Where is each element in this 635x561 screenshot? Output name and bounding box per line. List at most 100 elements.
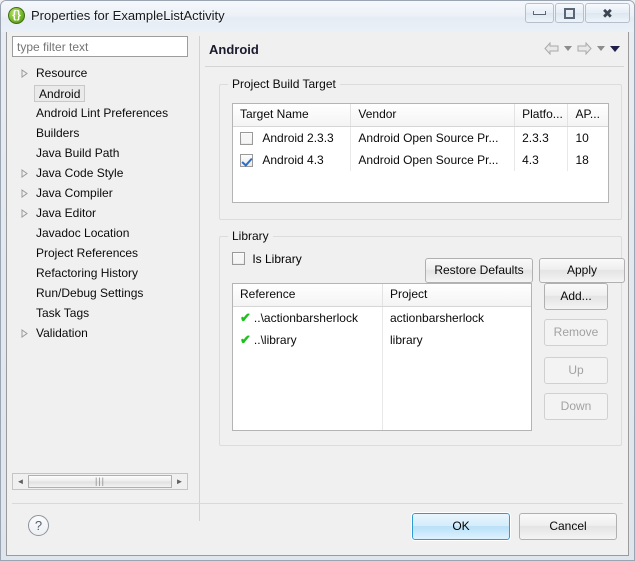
is-library-row[interactable]: Is Library [232, 251, 302, 266]
column-header-vendor[interactable]: Vendor [351, 104, 516, 126]
pane-header: Android [205, 36, 624, 67]
dialog-footer: ? OK Cancel [12, 503, 623, 551]
table-row[interactable]: Android 4.3 Android Open Source Pr... 4.… [233, 149, 608, 171]
column-header-target-name[interactable]: Target Name [233, 104, 352, 126]
sidebar-item-android[interactable]: Android [12, 83, 188, 103]
cell-reference: ..\library [253, 333, 297, 347]
maximize-button[interactable] [555, 3, 584, 23]
table-row[interactable]: Android 2.3.3 Android Open Source Pr... … [233, 127, 608, 149]
status-check-icon: ✔ [240, 332, 251, 347]
android-settings-pane: Android Project Build Target Target Name… [205, 36, 625, 549]
chevron-right-icon[interactable] [21, 329, 28, 338]
cell-api: 18 [575, 153, 589, 167]
build-target-table[interactable]: Target Name Vendor Platfo... AP... Andro… [232, 103, 609, 203]
sidebar-item-run-debug-settings[interactable]: Run/Debug Settings [12, 283, 188, 303]
column-header-platform[interactable]: Platfo... [515, 104, 569, 126]
table-header-row: Reference Project [233, 284, 531, 307]
scrollbar-thumb[interactable]: ||| [28, 475, 172, 488]
tree-horizontal-scrollbar[interactable]: ◄ ||| ► [12, 473, 188, 490]
cell-target-name: Android 2.3.3 [262, 131, 334, 145]
forward-arrow-icon[interactable] [577, 41, 592, 56]
sidebar-item-refactoring-history[interactable]: Refactoring History [12, 263, 188, 283]
sidebar-item-label: Android Lint Preferences [36, 106, 169, 120]
group-label: Project Build Target [228, 77, 340, 91]
row-checkbox[interactable] [240, 132, 253, 146]
sidebar-item-builders[interactable]: Builders [12, 123, 188, 143]
sidebar-item-java-compiler[interactable]: Java Compiler [12, 183, 188, 203]
page-title: Android [209, 42, 259, 57]
chevron-right-icon[interactable] [21, 169, 28, 178]
cell-platform: 4.3 [515, 149, 569, 171]
chevron-right-icon[interactable] [21, 209, 28, 218]
sidebar-item-label: Validation [36, 326, 88, 340]
sidebar-item-java-editor[interactable]: Java Editor [12, 203, 188, 223]
dialog-client-area: Resource Android Android Lint Preference… [6, 32, 629, 556]
back-history-chevron-down-icon[interactable] [564, 46, 572, 51]
properties-dialog: {} Properties for ExampleListActivity ✖ … [0, 0, 635, 561]
cell-reference: ..\actionbarsherlock [253, 311, 358, 325]
pane-splitter[interactable] [199, 36, 200, 521]
table-row[interactable]: ✔ ..\actionbarsherlock actionbarsherlock [233, 307, 531, 329]
sidebar-item-label: Run/Debug Settings [36, 286, 144, 300]
pane-nav-controls [544, 41, 620, 56]
settings-tree-pane: Resource Android Android Lint Preference… [12, 36, 194, 491]
table-row[interactable]: ✔ ..\library library [233, 329, 531, 351]
column-header-api[interactable]: AP... [568, 104, 608, 126]
help-icon[interactable]: ? [28, 515, 49, 536]
sidebar-item-validation[interactable]: Validation [12, 323, 188, 343]
window-title: Properties for ExampleListActivity [31, 8, 225, 23]
close-button[interactable]: ✖ [585, 3, 630, 23]
maximize-icon [564, 7, 575, 19]
sidebar-item-javadoc-location[interactable]: Javadoc Location [12, 223, 188, 243]
is-library-checkbox[interactable] [232, 252, 245, 266]
cancel-button[interactable]: Cancel [519, 513, 617, 540]
add-button[interactable]: Add... [544, 283, 608, 310]
cell-project: actionbarsherlock [390, 311, 485, 325]
sidebar-item-java-code-style[interactable]: Java Code Style [12, 163, 188, 183]
scrollbar-track[interactable]: ||| [28, 474, 172, 489]
cell-vendor: Android Open Source Pr... [351, 127, 516, 149]
sidebar-item-label: Refactoring History [36, 266, 139, 280]
sidebar-item-resource[interactable]: Resource [12, 63, 188, 83]
sidebar-item-android-lint-preferences[interactable]: Android Lint Preferences [12, 103, 188, 123]
restore-defaults-button[interactable]: Restore Defaults [425, 258, 533, 283]
cell-target-name: Android 4.3 [262, 153, 324, 167]
scroll-right-icon[interactable]: ► [172, 474, 187, 489]
sidebar-item-project-references[interactable]: Project References [12, 243, 188, 263]
column-header-project[interactable]: Project [383, 284, 531, 306]
settings-tree[interactable]: Resource Android Android Lint Preference… [12, 63, 188, 463]
table-header-row: Target Name Vendor Platfo... AP... [233, 104, 608, 127]
cell-platform: 2.3.3 [515, 127, 569, 149]
chevron-right-icon[interactable] [21, 189, 28, 198]
library-reference-table[interactable]: Reference Project ✔ ..\actionbarsherlock … [232, 283, 532, 431]
up-button[interactable]: Up [544, 357, 608, 384]
sidebar-item-label: Android [34, 85, 86, 103]
sidebar-item-label: Builders [36, 126, 80, 140]
sidebar-item-label: Java Code Style [36, 166, 124, 180]
sidebar-item-label: Java Compiler [36, 186, 113, 200]
cell-vendor: Android Open Source Pr... [351, 149, 516, 171]
sidebar-item-java-build-path[interactable]: Java Build Path [12, 143, 188, 163]
window-controls: ✖ [524, 3, 630, 23]
sidebar-item-task-tags[interactable]: Task Tags [12, 303, 188, 323]
group-label: Library [228, 229, 273, 243]
remove-button[interactable]: Remove [544, 319, 608, 346]
sidebar-item-label: Task Tags [36, 306, 90, 320]
minimize-button[interactable] [525, 3, 554, 23]
title-bar: {} Properties for ExampleListActivity ✖ [1, 1, 634, 32]
filter-input[interactable] [12, 36, 188, 57]
ok-button[interactable]: OK [411, 512, 511, 541]
column-header-reference[interactable]: Reference [233, 284, 383, 306]
close-icon: ✖ [602, 5, 613, 21]
pane-menu-chevron-down-icon[interactable] [610, 45, 620, 52]
table-body: ✔ ..\actionbarsherlock actionbarsherlock … [233, 307, 531, 430]
forward-history-chevron-down-icon[interactable] [597, 46, 605, 51]
back-arrow-icon[interactable] [544, 41, 559, 56]
sidebar-item-label: Project References [36, 246, 139, 260]
table-empty-area[interactable] [233, 351, 531, 430]
row-checkbox[interactable] [240, 154, 253, 168]
scroll-left-icon[interactable]: ◄ [13, 474, 28, 489]
down-button[interactable]: Down [544, 393, 608, 420]
apply-button[interactable]: Apply [539, 258, 625, 283]
chevron-right-icon[interactable] [21, 69, 28, 78]
